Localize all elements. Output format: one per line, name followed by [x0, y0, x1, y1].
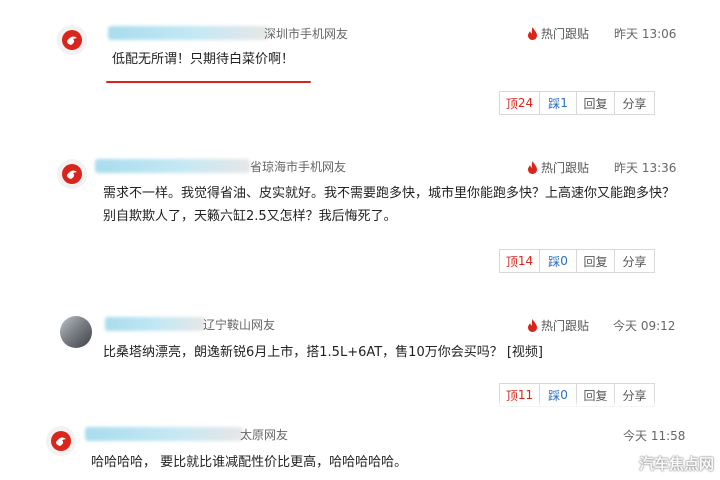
comment-text: 低配无所谓！只期待白菜价啊！: [112, 52, 295, 67]
hot-reply-label: 热门跟贴: [527, 159, 589, 176]
comment-2: 省琼海市手机网友 热门跟贴 昨天 13:36 需求不一样。我觉得省油、皮实就好。…: [0, 140, 720, 290]
flame-icon: [528, 319, 537, 332]
netease-logo-icon: [62, 30, 82, 50]
comment-text: 哈哈哈哈， 要比就比谁减配性价比更高，哈哈哈哈哈。: [91, 455, 408, 470]
netease-logo-icon: [62, 164, 82, 184]
comment-time: 今天 11:58: [623, 429, 686, 443]
avatar[interactable]: [57, 159, 87, 189]
flame-icon: [528, 27, 537, 40]
comment-actions: 顶 24 踩1 回复 分享: [499, 91, 655, 115]
downvote-button[interactable]: 踩0: [539, 249, 577, 273]
share-button[interactable]: 分享: [614, 91, 655, 115]
username-blurred[interactable]: [108, 26, 268, 40]
comment-4: 太原网友 今天 11:58 哈哈哈哈， 要比就比谁减配性价比更高，哈哈哈哈哈。: [0, 418, 720, 480]
watermark: 汽车焦点网: [615, 453, 714, 474]
username-blurred[interactable]: [85, 427, 243, 441]
share-button[interactable]: 分享: [614, 249, 655, 273]
user-location: 深圳市手机网友: [264, 27, 349, 41]
comment-time: 昨天 13:36: [614, 161, 677, 175]
avatar[interactable]: [46, 426, 76, 456]
comment-time: 今天 09:12: [613, 319, 676, 333]
user-location: 辽宁鞍山网友: [203, 318, 276, 332]
downvote-button[interactable]: 踩1: [539, 91, 577, 115]
hot-reply-label: 热门跟贴: [527, 25, 589, 42]
comment-text: 比桑塔纳漂亮，朗逸新锐6月上市，搭1.5L+6AT，售10万你会买吗？ [视频]: [103, 345, 543, 360]
comment-actions: 顶 14 踩0 回复 分享: [499, 249, 655, 273]
flame-icon: [528, 161, 537, 174]
hot-reply-label: 热门跟贴: [527, 317, 589, 334]
username-blurred[interactable]: [95, 159, 250, 173]
reply-button[interactable]: 回复: [576, 249, 615, 273]
comment-3: 辽宁鞍山网友 热门跟贴 今天 09:12 比桑塔纳漂亮，朗逸新锐6月上市，搭1.…: [0, 300, 720, 410]
weibo-icon: [615, 456, 634, 472]
user-location: 太原网友: [240, 428, 289, 442]
cut-off-fade: [470, 399, 720, 409]
comment-text: 需求不一样。我觉得省油、皮实就好。我不需要跑多快，城市里你能跑多快？上高速你又能…: [103, 186, 676, 224]
user-location: 省琼海市手机网友: [250, 160, 347, 174]
username-blurred[interactable]: [105, 317, 205, 331]
netease-logo-icon: [51, 431, 71, 451]
upvote-button[interactable]: 顶 24: [499, 91, 540, 115]
reply-button[interactable]: 回复: [576, 91, 615, 115]
upvote-button[interactable]: 顶 14: [499, 249, 540, 273]
avatar[interactable]: [57, 25, 87, 55]
highlight-underline: [106, 81, 311, 83]
avatar[interactable]: [60, 316, 92, 348]
comment-1: 深圳市手机网友 热门跟贴 昨天 13:06 低配无所谓！只期待白菜价啊！ 顶 24…: [0, 0, 720, 130]
comment-time: 昨天 13:06: [614, 27, 677, 41]
